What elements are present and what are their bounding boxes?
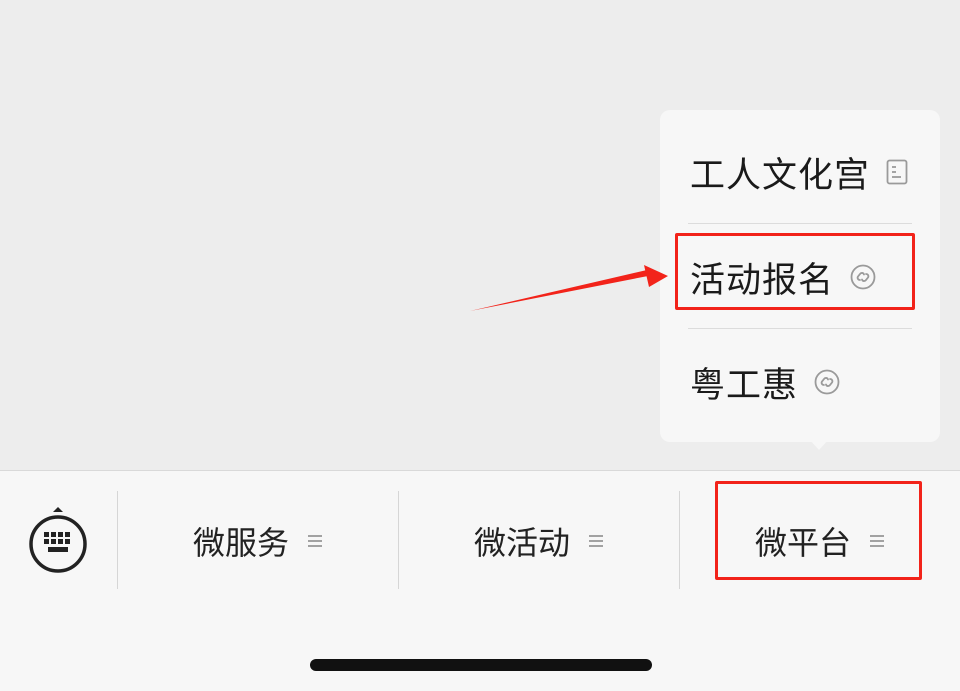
menu-item-label: 粤工惠 xyxy=(690,365,799,406)
menu-divider xyxy=(688,223,912,224)
tab-label: 微服务 xyxy=(192,524,289,562)
highlight-box-event-registration xyxy=(675,233,915,310)
tab-micro-services[interactable]: 微服务 xyxy=(118,493,398,589)
document-icon xyxy=(886,159,908,185)
tab-micro-activities[interactable]: 微活动 xyxy=(399,493,679,589)
highlight-box-micro-platform xyxy=(715,481,922,580)
menu-lines-icon xyxy=(307,533,323,549)
menu-item-workers-cultural-palace[interactable]: 工人文化宫 xyxy=(690,142,908,202)
tab-label: 微活动 xyxy=(473,524,570,562)
menu-item-yue-gong-hui[interactable]: 粤工惠 xyxy=(690,352,840,412)
menu-divider xyxy=(688,328,912,329)
popup-caret xyxy=(808,438,830,450)
menu-lines-icon xyxy=(588,533,604,549)
mini-program-link-icon xyxy=(814,369,840,395)
keyboard-toggle-icon[interactable] xyxy=(26,507,90,579)
home-indicator[interactable] xyxy=(310,659,652,671)
menu-item-label: 工人文化宫 xyxy=(690,155,871,196)
